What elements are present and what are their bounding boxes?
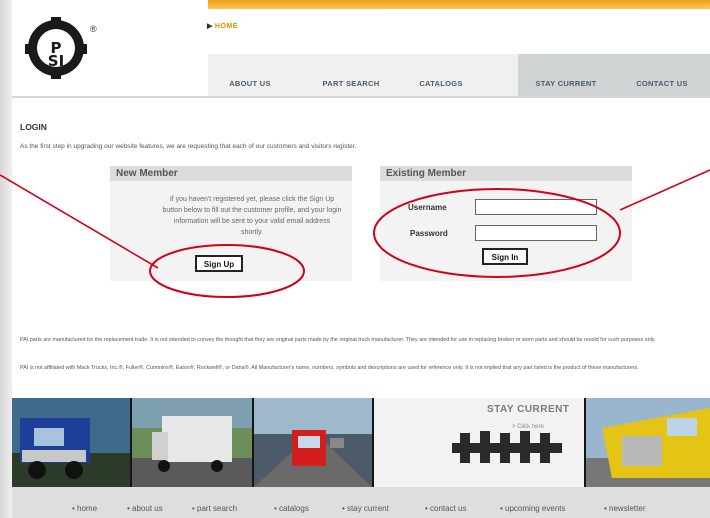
logo-gear-tooth (25, 44, 33, 54)
username-field[interactable] (475, 199, 597, 215)
nav-part-search[interactable]: PART SEARCH (306, 54, 396, 96)
existing-member-heading: Existing Member (380, 166, 632, 181)
footer-link-about-us[interactable]: • about us (127, 504, 163, 513)
footer-link-home[interactable]: • home (72, 504, 97, 513)
company-logo[interactable]: P SI (25, 17, 87, 79)
footer-link-part-search[interactable]: • part search (192, 504, 237, 513)
password-label: Password (410, 229, 448, 238)
sign-in-button[interactable]: Sign In (482, 248, 528, 265)
footer-link-newsletter[interactable]: • newsletter (604, 504, 645, 513)
nav-label: STAY CURRENT (535, 79, 597, 88)
page-title: LOGIN (20, 122, 47, 132)
logo-inner: P SI (37, 29, 75, 70)
footer-link-catalogs[interactable]: • catalogs (274, 504, 309, 513)
new-member-heading: New Member (110, 166, 352, 181)
truck-photos (12, 398, 710, 487)
nav-contact-us[interactable]: CONTACT US (614, 54, 710, 96)
sign-up-button[interactable]: Sign Up (195, 255, 243, 272)
stay-current-banner[interactable]: STAY CURRENT (487, 404, 570, 415)
password-field[interactable] (475, 225, 597, 241)
logo-gear-tooth (51, 17, 61, 25)
main-nav: ABOUT US PART SEARCH CATALOGS STAY CURRE… (208, 54, 710, 96)
footer-nav: • home • about us • part search • catalo… (12, 487, 710, 518)
nav-stay-current[interactable]: STAY CURRENT (518, 54, 614, 96)
disclaimer-replacement: PAI parts are manufactured for the repla… (20, 337, 656, 343)
footer-link-upcoming-events[interactable]: • upcoming events (500, 504, 566, 513)
page: P SI ® ▶ HOME ABOUT US PART SEARCH CATALOG… (12, 0, 710, 518)
triangle-icon: ▶ (207, 23, 213, 30)
disclaimer-affiliation: PAI is not affiliated with Mack Trucks, … (20, 365, 639, 371)
nav-catalogs[interactable]: CATALOGS (404, 54, 478, 96)
logo-gear-tooth (79, 44, 87, 54)
logo-gear-tooth (51, 71, 61, 79)
nav-label: CONTACT US (636, 79, 688, 88)
intro-text: As the first step in upgrading our websi… (20, 143, 357, 150)
registered-mark: ® (90, 24, 97, 34)
nav-about-us[interactable]: ABOUT US (208, 54, 292, 96)
logo-text: P SI (47, 39, 65, 70)
breadcrumb[interactable]: ▶ HOME (207, 22, 238, 30)
footer-link-stay-current[interactable]: • stay current (342, 504, 389, 513)
breadcrumb-home[interactable]: HOME (215, 23, 238, 30)
nav-label: ABOUT US (229, 79, 271, 88)
nav-label: PART SEARCH (322, 79, 380, 88)
username-label: Username (408, 203, 447, 212)
page-shadow (0, 0, 12, 518)
header-divider (12, 96, 710, 98)
nav-label: CATALOGS (419, 79, 463, 88)
header-accent-bar (208, 0, 710, 9)
new-member-text: If you haven't registered yet, please cl… (162, 196, 342, 236)
footer-link-contact-us[interactable]: • contact us (425, 504, 467, 513)
photo-banner (12, 398, 710, 487)
stay-current-link[interactable]: > Click here (512, 424, 544, 430)
